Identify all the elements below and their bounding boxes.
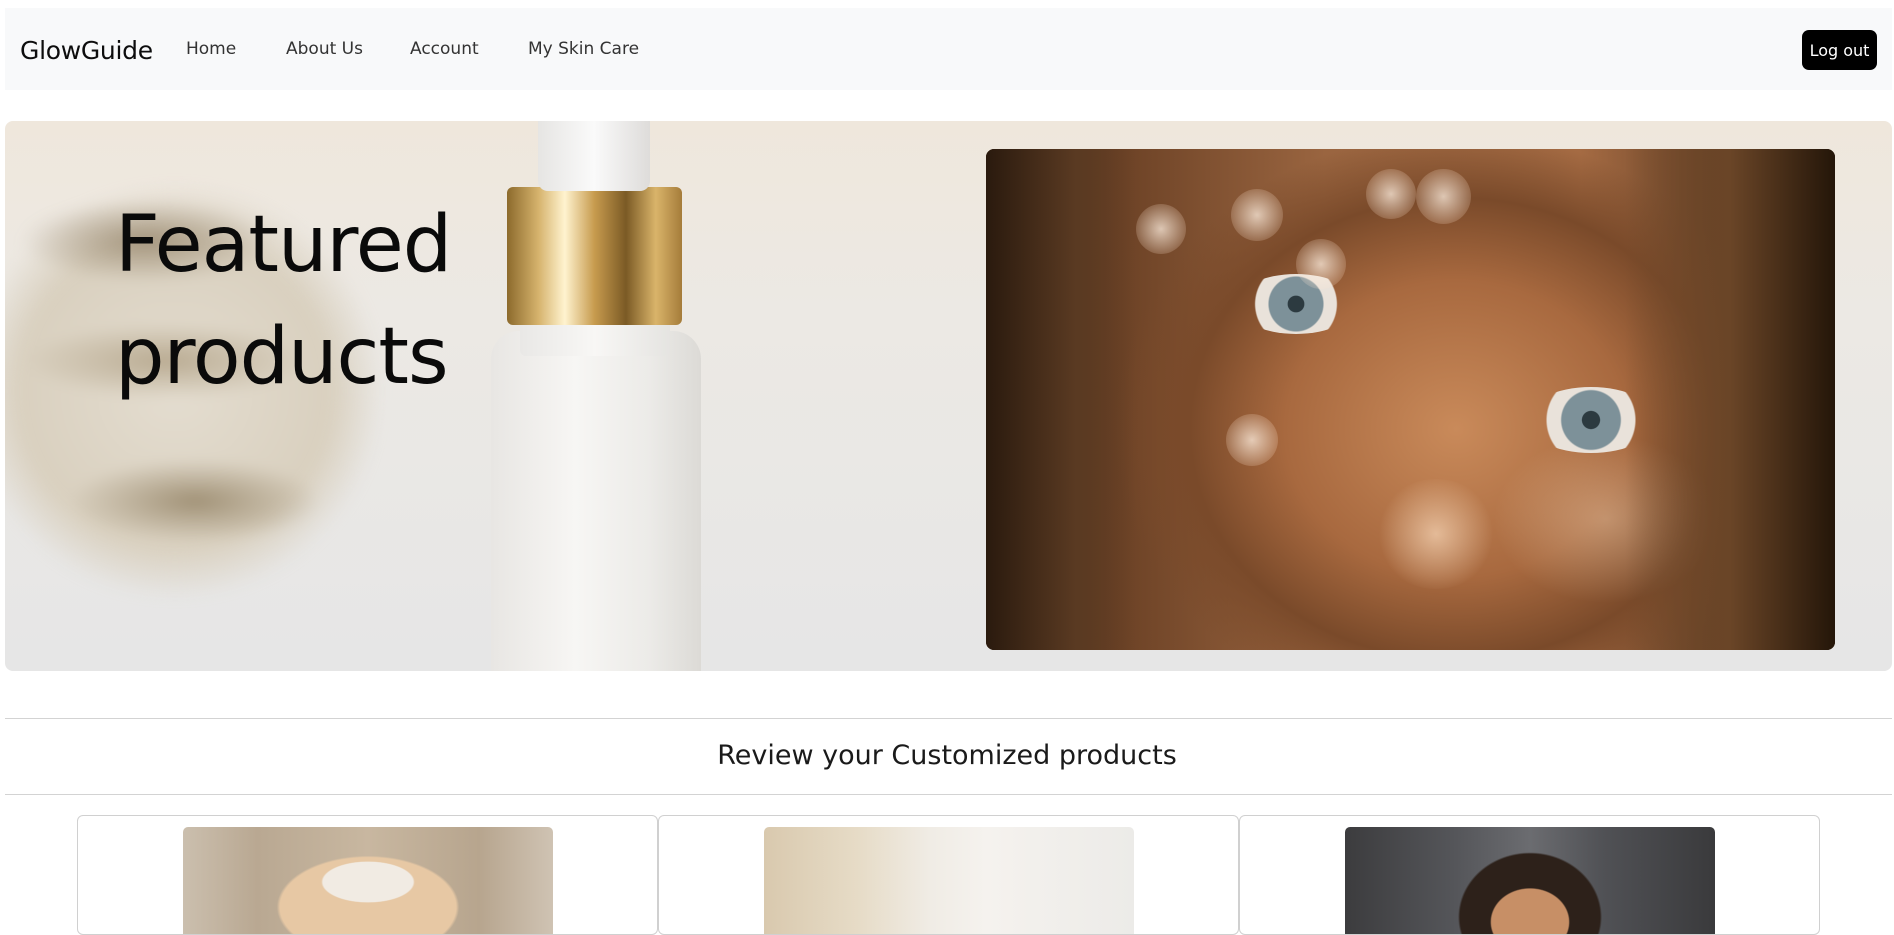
product-card-image <box>1345 827 1715 934</box>
bokeh-light <box>1136 204 1186 254</box>
brand-logo[interactable]: GlowGuide <box>20 36 153 65</box>
hair-left-graphic <box>986 149 1136 650</box>
eye-left-graphic <box>1236 274 1356 334</box>
product-card-image <box>764 827 1134 934</box>
hero-face-photo <box>986 149 1835 650</box>
section-title: Review your Customized products <box>717 740 1177 771</box>
nav-link-my-skin-care[interactable]: My Skin Care <box>528 39 639 59</box>
product-card[interactable] <box>658 815 1239 935</box>
nose-highlight-graphic <box>1376 479 1496 589</box>
section-divider-top <box>5 718 1892 719</box>
hero-title-line1: Featured <box>115 200 452 290</box>
product-card-image <box>183 827 553 934</box>
eye-right-graphic <box>1526 387 1656 453</box>
section-divider-bottom <box>5 794 1892 795</box>
nav-link-home[interactable]: Home <box>186 39 236 59</box>
bokeh-light <box>1366 169 1416 219</box>
logout-button[interactable]: Log out <box>1802 30 1877 70</box>
nav-link-about-us[interactable]: About Us <box>286 39 363 59</box>
product-card[interactable] <box>77 815 658 935</box>
hero-title-line2: products <box>115 312 449 402</box>
navbar: GlowGuide Home About Us Account My Skin … <box>5 8 1892 90</box>
serum-bottle-dropper <box>538 121 650 191</box>
product-card[interactable] <box>1239 815 1820 935</box>
hero-banner: Featured products <box>5 121 1892 671</box>
nav-link-account[interactable]: Account <box>410 39 479 59</box>
bokeh-light <box>1296 239 1346 289</box>
bokeh-light <box>1226 414 1278 466</box>
bokeh-light <box>1416 169 1471 224</box>
hair-right-graphic <box>1625 149 1835 650</box>
bokeh-light <box>1231 189 1283 241</box>
hero-title: Featured products <box>115 189 535 413</box>
